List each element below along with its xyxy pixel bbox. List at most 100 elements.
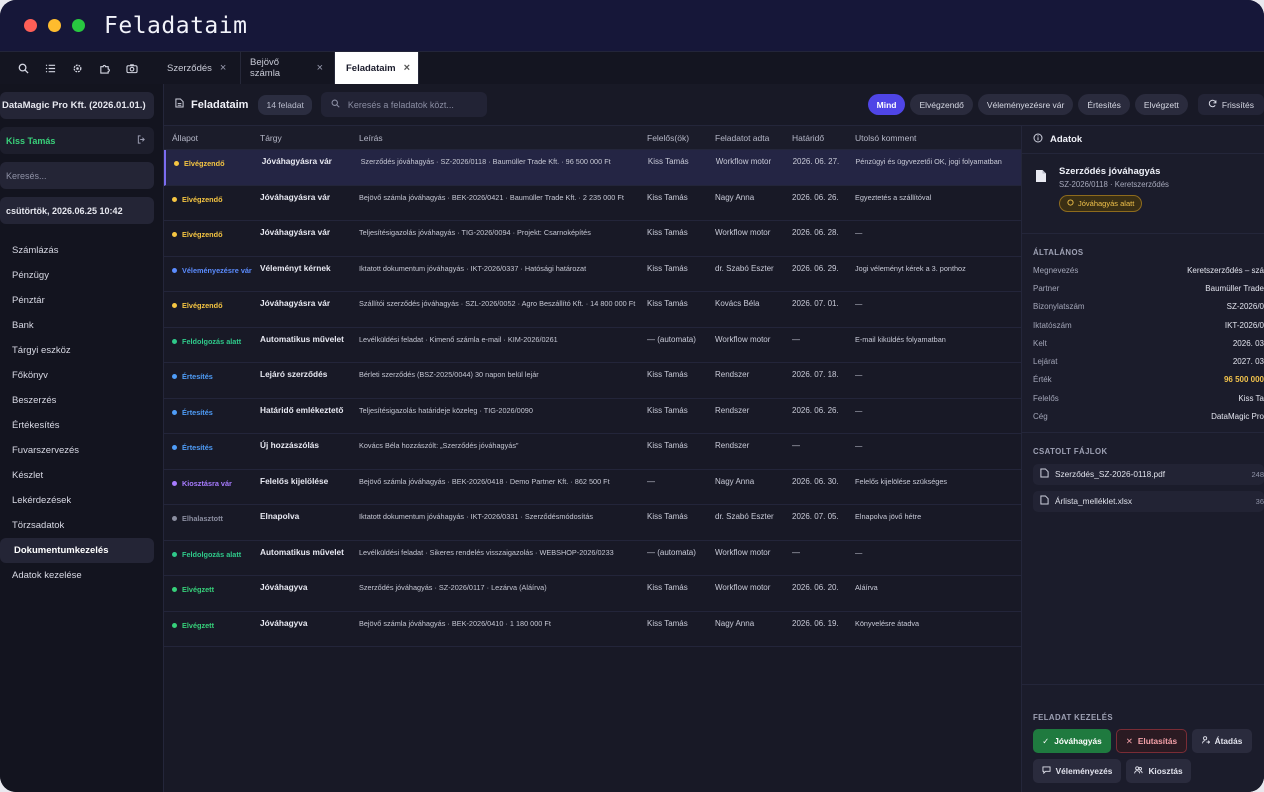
close-icon: ✕ [1125,736,1133,746]
sidebar-item[interactable]: Dokumentumkezelés [0,538,154,563]
field-value: Kiss Ta [1238,393,1264,403]
table-row[interactable]: Elvégzett Jóváhagyva Szerződés jóváhagyás … [164,576,1021,612]
table-row[interactable]: Elvégzendő Jóváhagyásra vár Szállítói szer… [164,292,1021,328]
tab-bar: Szerződés × Bejövő számla × Feladataim × [164,52,419,84]
attached-file[interactable]: Árlista_melléklet.xlsx 36 [1033,490,1264,512]
table-row[interactable]: Elhalasztott Elnapolva Iktatott dokumentum… [164,505,1021,541]
sidebar-item[interactable]: Törzsadatok [0,513,154,538]
sidebar-item[interactable]: Pénzügy [0,263,154,288]
status-cell: Feldolgozás alatt [164,547,260,561]
company-selector[interactable]: DataMagic Pro Kft. (2026.01.01.) [0,92,154,119]
desc-cell: Szerződés jóváhagyás · SZ-2026/0118 · Ba… [360,157,611,166]
gear-icon[interactable] [64,52,91,84]
sidebar-item[interactable]: Számlázás [0,238,154,263]
close-icon[interactable]: × [404,62,410,74]
sidebar-item[interactable]: Készlet [0,463,154,488]
filter-elvegzendo[interactable]: Elvégzendő [910,94,973,115]
column-header[interactable]: Állapot [164,133,260,143]
panel-header: Adatok [1022,126,1264,154]
tab-label: Bejövő számla [250,57,281,79]
filter-elvegzett[interactable]: Elvégzett [1134,94,1188,115]
filter-velemenyezesre-var[interactable]: Véleményezésre vár [977,94,1074,115]
camera-icon[interactable] [118,52,145,84]
column-header[interactable]: Feladatot adta [715,133,792,143]
panel-title: Adatok [1050,134,1083,145]
column-header[interactable]: Tárgy [260,133,359,143]
assign-button[interactable]: Kiosztás [1126,759,1191,783]
table-row[interactable]: Elvégzendő Jóváhagyásra vár Teljesítésigaz… [164,221,1021,257]
tasks-table: Állapot Tárgy Leírás Felelős(ök) Feladat… [164,126,1021,647]
column-header[interactable]: Leírás [359,133,647,143]
giver-cell: Workflow motor [715,228,771,237]
attached-file[interactable]: Szerződés_SZ-2026-0118.pdf 248 [1033,463,1264,485]
field-value: 96 500 000 [1223,375,1264,385]
document-title: Szerződés jóváhagyás [1059,166,1161,177]
column-header[interactable]: Határidő [792,133,855,143]
refresh-button[interactable]: Frissítés [1197,94,1264,115]
approve-button[interactable]: ✓ Jóváhagyás [1033,729,1111,753]
close-icon[interactable]: × [220,62,226,74]
field-label: Érték [1033,375,1052,385]
sidebar-item[interactable]: Adatok kezelése [0,563,154,588]
table-row[interactable]: Feldolgozás alatt Automatikus művelet Levé… [164,541,1021,576]
comment-cell: — [855,228,863,237]
list-icon[interactable] [37,52,64,84]
close-icon[interactable]: × [317,62,323,74]
comment-cell: Egyeztetés a szállítóval [855,192,932,202]
comment-cell: Elnapolva jövő hétre [855,512,922,521]
sidebar-item[interactable]: Lekérdezések [0,488,154,513]
quick-icons [0,52,164,84]
sidebar-item[interactable]: Főkönyv [0,363,154,388]
tab-bejovo-szamla[interactable]: Bejövő számla × [241,52,335,84]
tab-feladataim[interactable]: Feladataim × [335,52,419,84]
top-toolbar: Szerződés × Bejövő számla × Feladataim × [0,52,1264,84]
table-row[interactable]: Kiosztásra vár Felelős kijelölése Bejövő s… [164,470,1021,505]
tab-szerzodes[interactable]: Szerződés × [164,52,241,84]
user-menu[interactable]: Kiss Tamás [0,127,154,154]
minimize-window-button[interactable] [48,19,61,32]
sidebar-item[interactable]: Beszerzés [0,388,154,413]
field-row: Megnevezés Keretszerződés – szá [1022,261,1264,279]
status-label: Elvégzett [172,620,260,632]
table-row[interactable]: Értesítés Lejáró szerződés Bérleti szerződ… [164,363,1021,399]
field-label: Kelt [1033,338,1047,348]
status-cell: Értesítés [164,440,260,454]
table-row[interactable]: Elvégzendő Jóváhagyásra vár Bejövő számla … [164,186,1021,221]
sidebar-item[interactable]: Pénztár [0,288,154,313]
search-icon[interactable] [10,52,37,84]
table-row[interactable]: Elvégzendő Jóváhagyásra vár Szerződés jóvá… [164,150,1021,186]
attached-files-title: CSATOLT FÁJLOK [1033,446,1108,456]
tasks-toolbar: Feladataim 14 feladat Keresés a feladato… [164,84,1264,126]
table-row[interactable]: Elvégzett Jóváhagyva Bejövő számla jóváhag… [164,612,1021,647]
column-header[interactable]: Felelős(ök) [647,133,715,143]
maximize-window-button[interactable] [72,19,85,32]
column-header[interactable]: Utolsó komment [855,133,1021,143]
filter-ertesites[interactable]: Értesítés [1078,94,1130,115]
table-header: Állapot Tárgy Leírás Felelős(ök) Feladat… [164,126,1021,150]
filter-mind[interactable]: Mind [867,94,906,115]
reject-button[interactable]: ✕ Elutasítás [1116,729,1187,753]
sidebar-item[interactable]: Tárgyi eszköz [0,338,154,363]
sidebar-item[interactable]: Értékesítés [0,413,154,438]
field-value: IKT-2026/0 [1224,320,1264,330]
field-value: DataMagic Pro [1211,412,1264,422]
table-row[interactable]: Értesítés Határidő emlékeztető Teljesítési… [164,399,1021,434]
transfer-button[interactable]: Átadás [1192,729,1252,753]
document-icon [175,98,184,111]
table-row[interactable]: Feldolgozás alatt Automatikus művelet Levé… [164,328,1021,363]
owner-cell: Kiss Tamás [647,157,689,166]
logout-icon[interactable] [137,135,146,146]
table-row[interactable]: Véleményezésre vár Véleményt kérnek Iktato… [164,257,1021,292]
sidebar-search-input[interactable]: Keresés... [0,162,154,189]
review-button[interactable]: Véleményezés [1033,759,1121,783]
sidebar-item[interactable]: Bank [0,313,154,338]
puzzle-icon[interactable] [91,52,118,84]
status-cell: Véleményezésre vár [164,263,260,277]
close-window-button[interactable] [24,19,37,32]
desc-cell: Teljesítésigazolás jóváhagyás · TIG-2026… [359,228,591,237]
file-icon [1035,169,1047,223]
due-cell: 2026. 06. 26. [792,405,839,415]
table-row[interactable]: Értesítés Új hozzászólás Kovács Béla hozzá… [164,434,1021,470]
task-search-input[interactable]: Keresés a feladatok közt... [320,92,487,117]
sidebar-item[interactable]: Fuvarszervezés [0,438,154,463]
